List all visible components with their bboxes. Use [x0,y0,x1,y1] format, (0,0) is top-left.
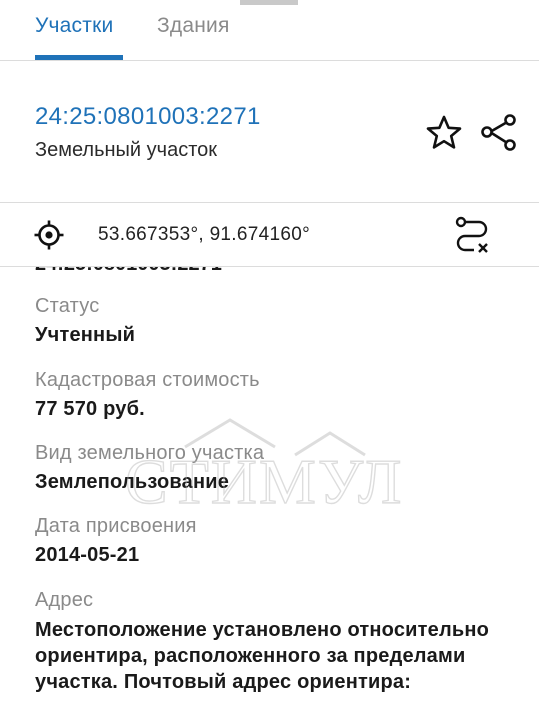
coordinates-bar: 53.667353°, 91.674160° [0,203,539,267]
share-icon[interactable] [480,113,518,151]
date-label: Дата присвоения [35,515,197,537]
coordinates-text[interactable]: 53.667353°, 91.674160° [98,224,310,246]
usage-value: Землепользование [35,471,230,493]
tab-bar: Участки Здания [0,0,539,61]
route-icon[interactable] [454,216,490,254]
cost-value: 77 570 руб. [35,398,145,420]
parcel-details: 24:25:0801003:2271 Статус Учтенный Кадас… [0,267,539,710]
address-value: Местоположение установлено относительно … [35,619,490,693]
active-tab-indicator [35,55,123,60]
cost-label: Кадастровая стоимость [35,369,260,391]
status-label: Статус [35,295,100,317]
favorite-star-icon[interactable] [425,114,463,152]
object-type: Земельный участок [35,139,218,161]
date-value: 2014-05-21 [35,544,140,566]
locate-target-icon[interactable] [33,219,65,251]
tab-buildings[interactable]: Здания [157,14,230,38]
parcel-header-card: 24:25:0801003:2271 Земельный участок [0,61,539,203]
cadastral-number[interactable]: 24:25:0801003:2271 [35,103,261,131]
cadastral-number-scrolled: 24:25:0801003:2271 [35,267,222,276]
status-value: Учтенный [35,324,136,346]
usage-label: Вид земельного участка [35,442,265,464]
tab-parcels[interactable]: Участки [35,14,113,38]
address-label: Адрес [35,589,94,611]
